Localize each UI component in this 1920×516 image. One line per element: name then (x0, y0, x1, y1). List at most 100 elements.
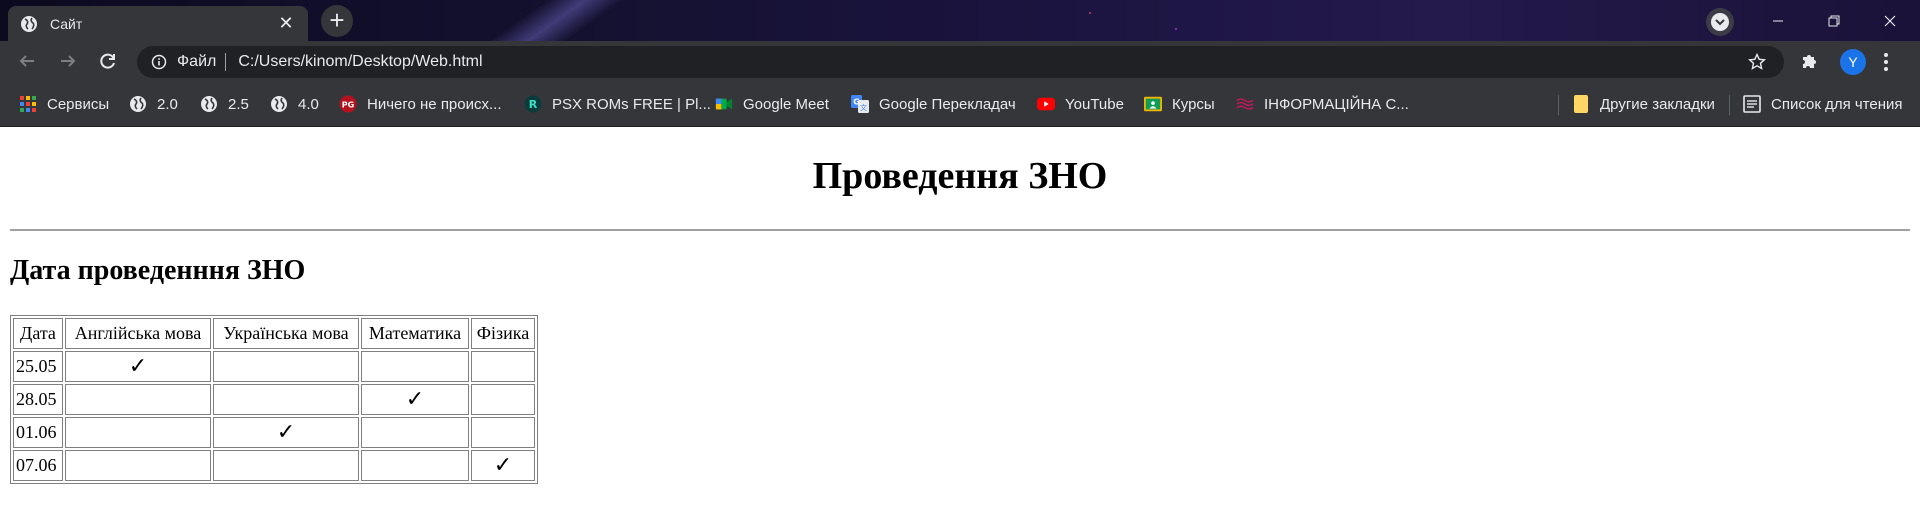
table-cell: ✓ (65, 351, 211, 382)
close-tab-icon[interactable]: ✕ (276, 13, 296, 34)
more-menu-icon[interactable] (1883, 52, 1889, 77)
bookmark-label: Курсы (1172, 95, 1215, 113)
classroom-icon (1144, 95, 1162, 113)
table-cell (65, 384, 211, 415)
bookmark-label: ІНФОРМАЦІЙНА С... (1264, 95, 1409, 113)
page-heading: Проведення ЗНО (812, 155, 1108, 197)
extensions-puzzle-icon[interactable] (1799, 51, 1819, 76)
address-bar[interactable]: Файл C:/Users/kinom/Desktop/Web.html (137, 46, 1784, 78)
table-cell (361, 351, 469, 382)
tab-active[interactable]: Сайт ✕ (8, 6, 308, 41)
svg-text:R: R (529, 98, 538, 111)
svg-text:文: 文 (860, 103, 867, 112)
url-text[interactable]: C:/Users/kinom/Desktop/Web.html (238, 53, 482, 71)
bookmark-google-translate[interactable]: G文 Google Перекладач (851, 93, 1016, 115)
table-cell (361, 417, 469, 448)
table-cell-date: 28.05 (13, 384, 63, 415)
wave-logo-icon (1236, 95, 1254, 113)
bookmark-nothing-happens[interactable]: PG Ничего не происх... (339, 93, 502, 115)
web-page-content: Проведення ЗНО Дата проведенння ЗНО Дата… (0, 128, 1920, 516)
table-cell: ✓ (213, 417, 359, 448)
table-header-cell: Українська мова (213, 318, 359, 349)
bookmark-4-0[interactable]: 4.0 (270, 93, 319, 115)
bookmark-information[interactable]: ІНФОРМАЦІЙНА С... (1236, 93, 1409, 115)
back-button[interactable] (13, 47, 41, 75)
arrow-left-icon (19, 55, 34, 67)
bookmark-2-0[interactable]: 2.0 (129, 93, 178, 115)
bookmarks-divider (1729, 95, 1730, 115)
bookmark-label: Сервисы (47, 95, 110, 113)
horizontal-rule (10, 229, 1910, 231)
bookmark-label: 4.0 (298, 95, 319, 113)
bookmark-2-5[interactable]: 2.5 (200, 93, 249, 115)
omnibox-divider (225, 53, 227, 71)
arrow-right-icon (61, 55, 76, 67)
wallpaper-star (1175, 28, 1177, 30)
close-window-button[interactable] (1862, 0, 1918, 41)
globe-icon (20, 15, 38, 33)
table-row: 01.06 ✓ (13, 417, 535, 448)
profile-avatar[interactable]: Y (1840, 49, 1866, 75)
bookmarks-divider (1558, 95, 1559, 115)
exam-schedule-table: Дата Англійська мова Українська мова Мат… (10, 315, 538, 484)
bookmark-label: PSX ROMs FREE | Pl... (552, 95, 711, 113)
table-cell (213, 351, 359, 382)
tab-title: Сайт (50, 15, 83, 32)
table-cell (65, 450, 211, 481)
table-row: 28.05 ✓ (13, 384, 535, 415)
table-header-cell: Фізика (471, 318, 535, 349)
table-header-cell: Дата (13, 318, 63, 349)
table-header-row: Дата Англійська мова Українська мова Мат… (13, 318, 535, 349)
table-cell (471, 351, 535, 382)
browser-title-bar: Сайт ✕ + (0, 0, 1920, 41)
table-row: 25.05 ✓ (13, 351, 535, 382)
youtube-icon (1037, 95, 1055, 113)
wallpaper-streak (442, 0, 658, 41)
bookmark-reading-list[interactable]: Список для чтения (1743, 93, 1903, 115)
minimize-button[interactable] (1750, 0, 1806, 41)
bookmark-label: 2.0 (157, 95, 178, 113)
bookmark-youtube[interactable]: YouTube (1037, 93, 1124, 115)
table-cell-date: 01.06 (13, 417, 63, 448)
table-row: 07.06 ✓ (13, 450, 535, 481)
table-cell (361, 450, 469, 481)
globe-icon (270, 95, 288, 113)
restore-button[interactable] (1806, 0, 1862, 41)
bookmark-label: Google Meet (743, 95, 829, 113)
bookmark-label: Ничего не происх... (367, 95, 502, 113)
table-cell (471, 417, 535, 448)
table-header-cell: Математика (361, 318, 469, 349)
bookmark-label: Google Перекладач (879, 95, 1016, 113)
folder-icon (1572, 95, 1590, 113)
page-subheading: Дата проведенння ЗНО (10, 255, 306, 286)
r-logo-icon: R (524, 95, 542, 113)
table-header-cell: Англійська мова (65, 318, 211, 349)
bookmark-courses[interactable]: Курсы (1144, 93, 1215, 115)
table-cell: ✓ (361, 384, 469, 415)
forward-button[interactable] (54, 47, 82, 75)
reading-list-icon (1743, 95, 1761, 113)
url-scheme-label: Файл (177, 53, 217, 70)
info-icon[interactable] (151, 54, 167, 70)
table-cell (471, 384, 535, 415)
table-cell-date: 07.06 (13, 450, 63, 481)
bookmark-other-bookmarks[interactable]: Другие закладки (1572, 93, 1715, 115)
bookmark-label: YouTube (1065, 95, 1124, 113)
bookmark-star-icon[interactable] (1747, 52, 1767, 76)
reload-icon (100, 53, 115, 69)
bookmark-label: 2.5 (228, 95, 249, 113)
tab-search-button[interactable] (1706, 8, 1734, 36)
meet-icon (715, 95, 733, 113)
reload-button[interactable] (94, 47, 122, 75)
table-cell (213, 450, 359, 481)
svg-text:G: G (853, 98, 860, 107)
table-cell (213, 384, 359, 415)
bookmark-google-meet[interactable]: Google Meet (715, 93, 829, 115)
bookmark-psx-roms[interactable]: R PSX ROMs FREE | Pl... (524, 93, 711, 115)
bookmark-apps[interactable]: Сервисы (19, 93, 109, 115)
svg-text:PG: PG (342, 101, 354, 110)
table-cell (65, 417, 211, 448)
wallpaper-star (1089, 12, 1091, 14)
translate-icon: G文 (851, 95, 869, 113)
new-tab-button[interactable]: + (321, 5, 353, 37)
